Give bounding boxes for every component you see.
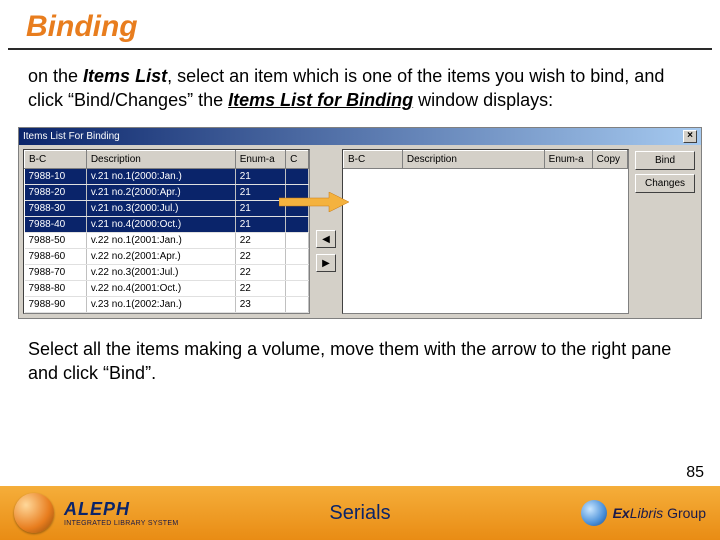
- cell-c: [286, 200, 309, 216]
- bind-changes-quote: “Bind/Changes”: [68, 90, 193, 110]
- col-copy[interactable]: Copy: [592, 150, 627, 168]
- bind-button[interactable]: Bind: [635, 151, 695, 170]
- cell-bc: 7988-90: [25, 296, 87, 312]
- right-items-table: B-C Description Enum-a Copy: [343, 150, 628, 169]
- cell-c: [286, 280, 309, 296]
- cell-bc: 7988-50: [25, 232, 87, 248]
- text: Libris: [630, 505, 663, 521]
- col-description[interactable]: Description: [86, 150, 235, 168]
- items-list-for-binding-window: Items List For Binding × B-C Description…: [18, 127, 702, 319]
- cell-bc: 7988-30: [25, 200, 87, 216]
- cell-enum: 23: [235, 296, 285, 312]
- cell-bc: 7988-20: [25, 184, 87, 200]
- col-enum-a[interactable]: Enum-a: [544, 150, 592, 168]
- text: Group: [667, 505, 706, 521]
- text: the: [193, 90, 228, 110]
- cell-bc: 7988-10: [25, 168, 87, 184]
- intro-paragraph: on the Items List, select an item which …: [0, 50, 720, 121]
- move-right-button[interactable]: ▶: [316, 254, 336, 272]
- text: on the: [28, 66, 83, 86]
- exlibris-globe-icon: [581, 500, 607, 526]
- left-pane[interactable]: B-C Description Enum-a C 7988-10v.21 no.…: [23, 149, 310, 314]
- cell-enum: 22: [235, 280, 285, 296]
- table-row[interactable]: 7988-40v.21 no.4(2000:Oct.)21: [25, 216, 309, 232]
- cell-c: [286, 184, 309, 200]
- cell-bc: 7988-80: [25, 280, 87, 296]
- action-buttons-column: Bind Changes: [633, 149, 697, 314]
- items-list-em: Items List: [83, 66, 167, 86]
- table-row[interactable]: 7988-60v.22 no.2(2001:Apr.)22: [25, 248, 309, 264]
- cell-enum: 22: [235, 232, 285, 248]
- cell-c: [286, 296, 309, 312]
- aleph-subtitle: INTEGRATED LIBRARY SYSTEM: [64, 520, 178, 527]
- cell-desc: v.21 no.4(2000:Oct.): [86, 216, 235, 232]
- cell-c: [286, 216, 309, 232]
- cell-c: [286, 264, 309, 280]
- cell-bc: 7988-40: [25, 216, 87, 232]
- slide-title: Binding: [8, 0, 712, 50]
- cell-desc: v.22 no.1(2001:Jan.): [86, 232, 235, 248]
- transfer-buttons: ◀ ▶: [314, 149, 338, 314]
- cell-enum: 21: [235, 184, 285, 200]
- instruction-paragraph: Select all the items making a volume, mo…: [0, 319, 720, 386]
- window-titlebar[interactable]: Items List For Binding ×: [19, 128, 701, 145]
- close-icon[interactable]: ×: [683, 130, 697, 143]
- cell-enum: 21: [235, 216, 285, 232]
- cell-desc: v.21 no.2(2000:Apr.): [86, 184, 235, 200]
- right-pane[interactable]: B-C Description Enum-a Copy: [342, 149, 629, 314]
- bind-quote: “Bind”: [103, 363, 151, 383]
- col-bc[interactable]: B-C: [25, 150, 87, 168]
- cell-desc: v.22 no.2(2001:Apr.): [86, 248, 235, 264]
- col-description[interactable]: Description: [402, 150, 544, 168]
- table-row[interactable]: 7988-50v.22 no.1(2001:Jan.)22: [25, 232, 309, 248]
- page-number: 85: [686, 464, 704, 482]
- cell-desc: v.22 no.3(2001:Jul.): [86, 264, 235, 280]
- cell-c: [286, 232, 309, 248]
- table-row[interactable]: 7988-10v.21 no.1(2000:Jan.)21: [25, 168, 309, 184]
- cell-enum: 21: [235, 200, 285, 216]
- col-bc[interactable]: B-C: [344, 150, 403, 168]
- text: .: [151, 363, 156, 383]
- exlibris-logo: ExLibris Group: [581, 500, 706, 526]
- table-row[interactable]: 7988-70v.22 no.3(2001:Jul.)22: [25, 264, 309, 280]
- window-title: Items List For Binding: [23, 131, 120, 142]
- cell-enum: 22: [235, 248, 285, 264]
- left-items-table: B-C Description Enum-a C 7988-10v.21 no.…: [24, 150, 309, 313]
- aleph-globe-icon: [14, 493, 54, 533]
- table-row[interactable]: 7988-20v.21 no.2(2000:Apr.)21: [25, 184, 309, 200]
- cell-c: [286, 248, 309, 264]
- cell-enum: 22: [235, 264, 285, 280]
- cell-bc: 7988-70: [25, 264, 87, 280]
- cell-desc: v.22 no.4(2001:Oct.): [86, 280, 235, 296]
- move-left-button[interactable]: ◀: [316, 230, 336, 248]
- table-row[interactable]: 7988-30v.21 no.3(2000:Jul.)21: [25, 200, 309, 216]
- table-row[interactable]: 7988-90v.23 no.1(2002:Jan.)23: [25, 296, 309, 312]
- cell-desc: v.21 no.1(2000:Jan.): [86, 168, 235, 184]
- col-c[interactable]: C: [286, 150, 309, 168]
- cell-desc: v.21 no.3(2000:Jul.): [86, 200, 235, 216]
- text: window displays:: [413, 90, 553, 110]
- footer: ALEPH INTEGRATED LIBRARY SYSTEM Serials …: [0, 486, 720, 540]
- text: Ex: [613, 505, 630, 521]
- items-list-for-binding-em: Items List for Binding: [228, 90, 413, 110]
- cell-c: [286, 168, 309, 184]
- changes-button[interactable]: Changes: [635, 174, 695, 193]
- aleph-logo-text: ALEPH: [64, 499, 178, 520]
- col-enum-a[interactable]: Enum-a: [235, 150, 285, 168]
- footer-section-title: Serials: [329, 502, 390, 525]
- cell-bc: 7988-60: [25, 248, 87, 264]
- cell-desc: v.23 no.1(2002:Jan.): [86, 296, 235, 312]
- table-row[interactable]: 7988-80v.22 no.4(2001:Oct.)22: [25, 280, 309, 296]
- cell-enum: 21: [235, 168, 285, 184]
